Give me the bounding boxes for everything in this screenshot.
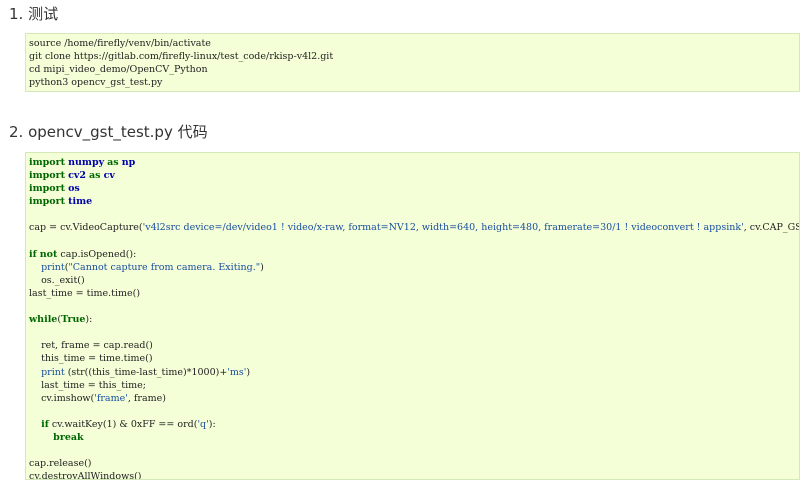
- code-token: break: [53, 431, 84, 443]
- code-token: ): [246, 366, 251, 378]
- code-token: 'q': [197, 418, 209, 430]
- code-line: cd mipi_video_demo/OpenCV_Python: [29, 64, 208, 76]
- code-line: git clone https://gitlab.com/firefly-lin…: [29, 51, 334, 63]
- code-token: while: [29, 314, 58, 326]
- code-token: cv.imshow(: [29, 392, 95, 404]
- code-line: import os: [29, 182, 799, 195]
- code-token: as: [107, 157, 119, 168]
- code-token: not: [39, 248, 58, 260]
- code-token: ):: [208, 418, 216, 430]
- code-line: cv.imshow('frame', frame): [29, 392, 799, 405]
- code-line: print("Cannot capture from camera. Exiti…: [29, 261, 799, 274]
- code-line: cv.destroyAllWindows(): [29, 470, 799, 480]
- code-token: cv2: [68, 170, 86, 182]
- code-token: time: [68, 196, 93, 208]
- code-token: as: [89, 170, 101, 182]
- code-line: this_time = time.time(): [29, 352, 799, 365]
- code-token: this_time = time.time(): [29, 353, 153, 365]
- code-line: cap = cv.VideoCapture('v4l2src device=/d…: [29, 221, 799, 234]
- code-token: ):: [85, 314, 93, 326]
- code-token: cv.destroyAllWindows(): [29, 471, 142, 480]
- code-token: if: [29, 248, 37, 260]
- code-line: os._exit(): [29, 274, 799, 287]
- code-token: "Cannot capture from camera. Exiting.": [68, 261, 261, 273]
- code-token: import: [29, 157, 66, 168]
- section-heading-source-code: 2. opencv_gst_test.py 代码: [9, 123, 208, 141]
- code-line: break: [29, 431, 799, 444]
- code-line: print (str((this_time-last_time)*1000)+'…: [29, 366, 799, 379]
- code-token: cap = cv.VideoCapture(: [29, 222, 143, 234]
- section-heading-test: 1. 测试: [9, 5, 59, 23]
- code-line: if cv.waitKey(1) & 0xFF == ord('q'):: [29, 418, 799, 431]
- code-line: cap.release(): [29, 457, 799, 470]
- code-token: cap.release(): [29, 458, 92, 470]
- code-token: import: [29, 183, 66, 195]
- code-line: source /home/firefly/venv/bin/activate: [29, 38, 211, 49]
- code-line: ret, frame = cap.read(): [29, 339, 799, 352]
- code-token: ret, frame = cap.read(): [29, 340, 153, 352]
- code-token: cap.isOpened():: [57, 248, 137, 260]
- code-token: print: [41, 261, 65, 273]
- code-token: cv.waitKey(1) & 0xFF == ord(: [48, 418, 198, 430]
- code-line: if not cap.isOpened():: [29, 248, 799, 261]
- code-token: print: [41, 366, 65, 378]
- code-token: 'v4l2src device=/dev/video1 ! video/x-ra…: [142, 222, 744, 234]
- code-token: os._exit(): [29, 274, 85, 286]
- code-token: 'frame': [94, 392, 128, 404]
- code-line: import time: [29, 195, 799, 208]
- code-line: import cv2 as cv: [29, 169, 799, 182]
- code-token: True: [61, 314, 86, 326]
- code-line: last_time = this_time;: [29, 379, 799, 392]
- code-token: os: [68, 183, 80, 195]
- shell-commands-code-block: source /home/firefly/venv/bin/activate gi…: [25, 33, 800, 92]
- code-token: , cv.CAP_GSTREAMER): [743, 222, 799, 234]
- code-token: (str((this_time-last_time)*1000)+: [64, 366, 228, 378]
- code-token: last_time = this_time;: [29, 379, 146, 391]
- code-token: np: [121, 157, 136, 168]
- code-token: cv: [103, 170, 115, 182]
- code-token: numpy: [68, 157, 105, 168]
- code-token: if: [41, 418, 49, 430]
- python-source-code: import numpy as np import cv2 as cv import…: [29, 156, 799, 480]
- code-token: import: [29, 170, 66, 182]
- shell-commands-code: source /home/firefly/venv/bin/activate gi…: [29, 37, 799, 89]
- code-line: last_time = time.time(): [29, 287, 799, 300]
- code-line: python3 opencv_gst_test.py: [29, 77, 163, 89]
- code-token: import: [29, 196, 66, 208]
- code-token: 'ms': [227, 366, 247, 378]
- code-line: import numpy as np: [29, 156, 799, 169]
- code-token: , frame): [127, 392, 166, 404]
- code-token: last_time = time.time(): [29, 287, 141, 299]
- code-token: ): [260, 261, 264, 273]
- code-line: while(True):: [29, 313, 799, 326]
- python-source-code-block: import numpy as np import cv2 as cv import…: [25, 152, 800, 480]
